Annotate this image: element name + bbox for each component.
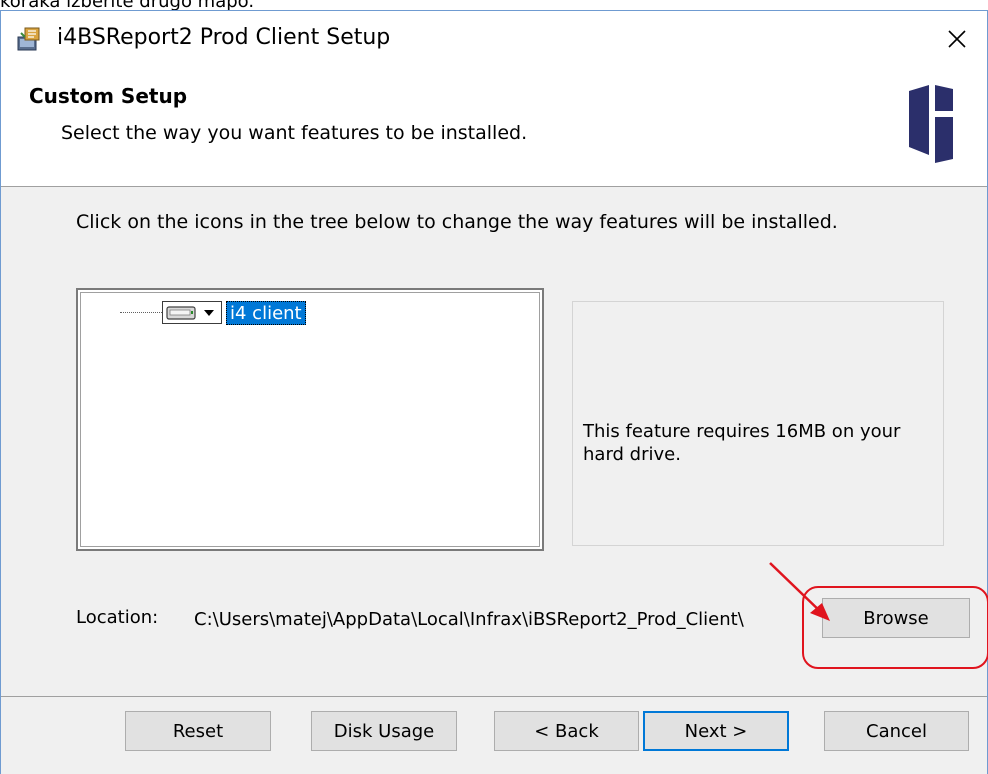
tree-connector bbox=[120, 312, 162, 313]
page-subtitle: Select the way you want features to be i… bbox=[61, 122, 528, 144]
tree-item-label[interactable]: i4 client bbox=[226, 301, 306, 325]
reset-button[interactable]: Reset bbox=[125, 711, 271, 751]
page-title: Custom Setup bbox=[29, 84, 188, 108]
header-banner: Custom Setup Select the way you want fea… bbox=[1, 66, 987, 187]
cancel-button-label: Cancel bbox=[866, 720, 927, 742]
window-title: i4BSReport2 Prod Client Setup bbox=[57, 25, 391, 50]
title-bar: i4BSReport2 Prod Client Setup bbox=[1, 11, 987, 66]
instruction-text: Click on the icons in the tree below to … bbox=[76, 211, 838, 233]
reset-button-label: Reset bbox=[172, 720, 224, 742]
next-button[interactable]: Next > bbox=[643, 711, 789, 751]
close-button[interactable] bbox=[927, 11, 987, 66]
i4-logo bbox=[909, 85, 953, 163]
installer-icon bbox=[17, 27, 40, 51]
annotation-highlight bbox=[802, 586, 988, 669]
setup-window: i4BSReport2 Prod Client Setup Custom Set… bbox=[0, 10, 988, 774]
location-path: C:\Users\matej\AppData\Local\Infrax\iBSR… bbox=[194, 609, 744, 630]
hard-drive-icon bbox=[163, 302, 199, 323]
feature-install-dropdown[interactable] bbox=[162, 301, 222, 324]
chevron-down-icon bbox=[199, 302, 219, 323]
disk-usage-button[interactable]: Disk Usage bbox=[311, 711, 457, 751]
feature-description: This feature requires 16MB on your hard … bbox=[583, 421, 901, 465]
cancel-button[interactable]: Cancel bbox=[824, 711, 969, 751]
back-button[interactable]: < Back bbox=[494, 711, 639, 751]
location-label: Location: bbox=[76, 607, 159, 628]
footer-divider bbox=[1, 696, 987, 697]
close-icon bbox=[948, 29, 966, 48]
feature-description-panel: This feature requires 16MB on your hard … bbox=[572, 301, 944, 546]
next-button-label: Next > bbox=[684, 720, 748, 742]
disk-usage-button-label: Disk Usage bbox=[333, 720, 435, 742]
back-button-label: < Back bbox=[534, 720, 599, 742]
feature-tree[interactable]: i4 client bbox=[76, 288, 544, 551]
